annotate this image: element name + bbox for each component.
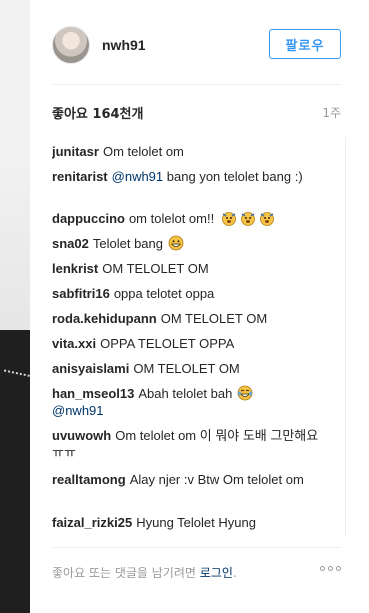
- tears-of-joy-emoji-icon: [237, 385, 253, 401]
- comment-list[interactable]: junitasr Om telolet om renitarist @nwh91 b…: [52, 137, 346, 537]
- comment-username[interactable]: sabfitri16: [52, 286, 110, 301]
- trumpet-face-emoji-icon: [240, 212, 255, 226]
- comment-text: OPPA TELOLET OPPA: [100, 336, 235, 351]
- trumpet-face-emoji-icon: [259, 212, 274, 226]
- comment-item: han_mseol13 Abah telolet bah @nwh91: [52, 385, 322, 419]
- login-prompt-period: .: [232, 566, 237, 580]
- comment-text: Telolet bang: [92, 236, 163, 251]
- comment-item: renitarist @nwh91 bang yon telolet bang :…: [52, 168, 322, 185]
- comment-username[interactable]: vita.xxi: [52, 336, 96, 351]
- login-prompt: 좋아요 또는 댓글을 남기려면 로그인.: [52, 562, 341, 582]
- likes-count[interactable]: 좋아요 164천개: [52, 103, 143, 122]
- comment-username[interactable]: anisyaislami: [52, 361, 129, 376]
- comment-username[interactable]: lenkrist: [52, 261, 98, 276]
- comment-item: uvuwowh Om telolet om 이 뭐야 도배 그만해요ㅠㅠ: [52, 427, 322, 461]
- comment-item: lenkrist OM TELOLET OM: [52, 260, 322, 277]
- comment-item: sna02 Telolet bang: [52, 235, 322, 252]
- comment-text: oppa telotet oppa: [113, 286, 215, 301]
- header-username[interactable]: nwh91: [102, 37, 146, 53]
- post-time[interactable]: 1주: [322, 104, 341, 121]
- comment-username[interactable]: roda.kehidupann: [52, 311, 157, 326]
- comment-username[interactable]: dappuccino: [52, 211, 125, 226]
- comment-username[interactable]: han_mseol13: [52, 386, 134, 401]
- comment-text: OM TELOLET OM: [102, 261, 209, 276]
- comment-text: bang yon telolet bang :): [166, 169, 303, 184]
- login-prompt-text: 좋아요 또는 댓글을 남기려면: [52, 566, 196, 580]
- comment-item: junitasr Om telolet om: [52, 143, 322, 160]
- comment-text: OM TELOLET OM: [160, 311, 268, 326]
- trumpet-face-emoji-icon: [221, 212, 236, 226]
- comment-text: om tolelot om!!: [128, 211, 215, 226]
- comment-item: sabfitri16 oppa telotet oppa: [52, 285, 322, 302]
- grinning-face-emoji-icon: [168, 235, 184, 251]
- post-image-edge: [0, 0, 30, 613]
- comment-text: Om telolet om: [102, 144, 184, 159]
- comment-item: vita.xxi OPPA TELOLET OPPA: [52, 335, 322, 352]
- comment-username[interactable]: faizal_rizki25: [52, 515, 132, 530]
- comment-username[interactable]: renitarist: [52, 169, 108, 184]
- comment-item: dappuccino om tolelot om!!: [52, 210, 322, 227]
- comment-item: roda.kehidupann OM TELOLET OM: [52, 310, 322, 327]
- comment-username[interactable]: uvuwowh: [52, 428, 111, 443]
- comment-username[interactable]: junitasr: [52, 144, 99, 159]
- footer-divider: [52, 547, 341, 548]
- header-divider: [52, 84, 341, 85]
- comment-text: Alay njer :v Btw Om telolet om: [129, 472, 304, 487]
- comment-mention[interactable]: @nwh91: [52, 403, 104, 418]
- comment-text: OM TELOLET OM: [133, 361, 240, 376]
- comment-username[interactable]: realltamong: [52, 472, 126, 487]
- more-options-icon[interactable]: [320, 566, 341, 571]
- comment-item: anisyaislami OM TELOLET OM: [52, 360, 322, 377]
- comment-item: realltamong Alay njer :v Btw Om telolet o…: [52, 471, 322, 488]
- comment-username[interactable]: sna02: [52, 236, 89, 251]
- comment-text: Hyung Telolet Hyung: [136, 515, 256, 530]
- comment-text: Abah telolet bah: [138, 386, 233, 401]
- avatar[interactable]: [52, 26, 90, 64]
- comment-item: faizal_rizki25 Hyung Telolet Hyung: [52, 514, 322, 531]
- post-side-panel: nwh91 팔로우 좋아요 164천개 1주 junitasr Om telole…: [30, 0, 369, 613]
- login-link[interactable]: 로그인: [200, 566, 233, 580]
- likes-row: 좋아요 164천개 1주: [52, 102, 341, 122]
- follow-button[interactable]: 팔로우: [269, 29, 341, 59]
- post-header: nwh91 팔로우: [30, 0, 369, 84]
- comment-mention[interactable]: @nwh91: [112, 169, 164, 184]
